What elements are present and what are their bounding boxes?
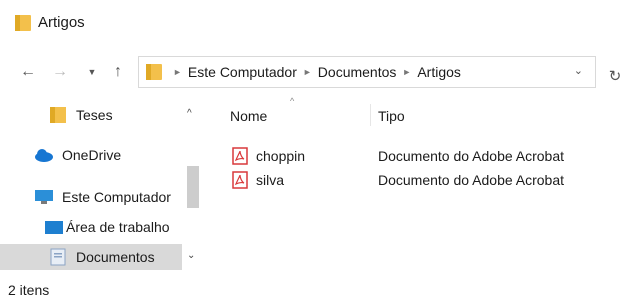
breadcrumb-separator-icon: ► <box>173 67 182 77</box>
file-row-choppin[interactable]: choppin Documento do Adobe Acrobat <box>232 146 632 168</box>
file-type: Documento do Adobe Acrobat <box>378 148 565 164</box>
breadcrumb-artigos[interactable]: Artigos <box>417 64 461 80</box>
documents-icon <box>50 248 66 266</box>
scroll-up-icon[interactable]: ^ <box>187 108 192 119</box>
nav-item-onedrive[interactable]: OneDrive <box>34 142 182 168</box>
nav-item-teses[interactable]: Teses <box>48 102 182 128</box>
scrollbar-thumb[interactable] <box>187 166 199 208</box>
nav-item-label: Este Computador <box>62 189 171 205</box>
nav-item-este-computador[interactable]: Este Computador <box>34 184 182 210</box>
pdf-icon <box>232 171 248 189</box>
address-dropdown-icon[interactable]: ⌄ <box>574 64 583 77</box>
nav-item-documentos[interactable]: Documentos <box>0 244 182 270</box>
navigation-bar: ← → ▼ ↑ ► Este Computador ► Documentos ►… <box>0 50 632 94</box>
nav-item-label: Documentos <box>76 249 155 265</box>
up-arrow-icon[interactable]: ↑ <box>108 60 128 84</box>
address-bar[interactable]: ► Este Computador ► Documentos ► Artigos… <box>138 56 596 88</box>
file-name: choppin <box>256 148 306 164</box>
forward-arrow-icon[interactable]: → <box>50 60 70 84</box>
desktop-icon <box>45 221 63 234</box>
window-title: Artigos <box>38 14 85 31</box>
file-type: Documento do Adobe Acrobat <box>378 172 565 188</box>
refresh-icon[interactable]: ↻ <box>604 66 626 88</box>
folder-icon <box>15 15 31 31</box>
folder-icon <box>146 64 162 80</box>
sort-ascending-icon: ^ <box>290 96 295 106</box>
breadcrumb-separator-icon: ► <box>402 67 412 77</box>
cloud-icon <box>35 149 53 162</box>
breadcrumb-separator-icon: ► <box>302 67 312 77</box>
navigation-pane: Teses OneDrive Este Computador Área de t… <box>0 96 205 276</box>
breadcrumb-documentos[interactable]: Documentos <box>318 64 397 80</box>
title-bar: Artigos <box>0 0 632 44</box>
nav-item-label: OneDrive <box>62 147 122 163</box>
pdf-icon <box>232 147 248 165</box>
nav-pane-scrollbar[interactable]: ^ ⌄ <box>184 102 202 272</box>
column-header-name[interactable]: Nome <box>230 108 267 124</box>
scroll-down-icon[interactable]: ⌄ <box>187 250 195 261</box>
column-header-type[interactable]: Tipo <box>378 108 405 124</box>
nav-item-area-de-trabalho[interactable]: Área de trabalho <box>44 214 182 240</box>
nav-item-label: Teses <box>76 107 113 123</box>
column-divider[interactable] <box>370 104 371 126</box>
computer-icon <box>35 190 53 204</box>
nav-item-label: Área de trabalho <box>66 219 170 235</box>
status-item-count: 2 itens <box>8 282 50 298</box>
folder-icon <box>50 107 66 123</box>
file-row-silva[interactable]: silva Documento do Adobe Acrobat <box>232 170 632 192</box>
breadcrumb-este-computador[interactable]: Este Computador <box>188 64 297 80</box>
back-arrow-icon[interactable]: ← <box>18 60 38 84</box>
file-name: silva <box>256 172 285 188</box>
recent-locations-chevron-icon[interactable]: ▼ <box>82 60 102 84</box>
